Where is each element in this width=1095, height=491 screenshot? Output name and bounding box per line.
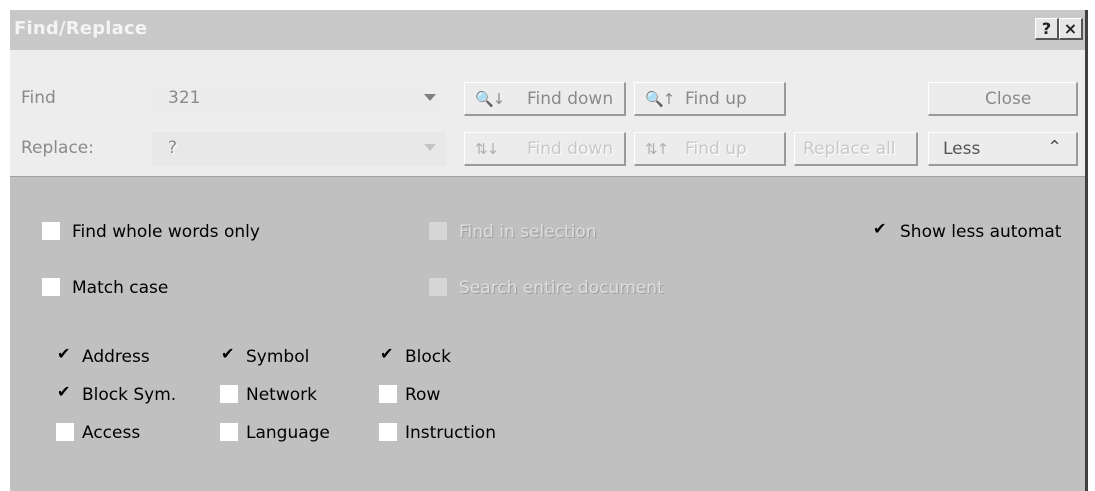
match-case-label: Match case: [72, 278, 169, 298]
scope-block-sym-checkbox[interactable]: [56, 382, 74, 403]
title-bar[interactable]: Find/Replace ? ×: [10, 10, 1088, 50]
scope-network-checkbox[interactable]: [220, 385, 238, 403]
find-up-label: Find up: [685, 89, 747, 109]
less-button[interactable]: Less ⌃: [928, 132, 1078, 166]
show-less-checkbox[interactable]: [872, 219, 890, 240]
find-replace-dialog: Find/Replace ? × Find 321 🔍↓ Find down 🔍…: [8, 8, 1088, 491]
binoculars-down-icon: 🔍↓: [475, 90, 505, 108]
scope-label: Network: [246, 385, 317, 405]
chevron-down-icon[interactable]: [424, 94, 436, 101]
scope-access-checkbox[interactable]: [56, 423, 74, 441]
close-window-button[interactable]: ×: [1059, 18, 1083, 40]
replace-find-up-label: Find up: [685, 139, 747, 159]
scope-label: Access: [82, 423, 141, 443]
replace-all-label: Replace all: [803, 139, 896, 159]
scope-label: Symbol: [246, 347, 310, 367]
scope-address-checkbox[interactable]: [56, 344, 74, 365]
replace-combobox[interactable]: ?: [152, 132, 446, 166]
scope-symbol-checkbox[interactable]: [220, 344, 238, 365]
scope-label: Instruction: [405, 423, 496, 443]
replace-down-icon: ⇅↓: [475, 140, 499, 158]
find-down-button[interactable]: 🔍↓ Find down: [464, 82, 626, 116]
scope-label: Block: [405, 347, 451, 367]
find-up-button[interactable]: 🔍↑ Find up: [634, 82, 786, 116]
find-label: Find: [21, 88, 56, 108]
scope-instruction-checkbox[interactable]: [379, 423, 397, 441]
options-panel: Find whole words only Find in selection …: [10, 176, 1088, 491]
chevron-down-icon[interactable]: [424, 144, 436, 151]
replace-find-down-label: Find down: [527, 139, 614, 159]
scope-label: Address: [82, 347, 150, 367]
replace-up-icon: ⇅↑: [645, 140, 669, 158]
whole-words-checkbox[interactable]: [42, 222, 60, 240]
replace-find-down-button[interactable]: ⇅↓ Find down: [464, 132, 626, 166]
scope-row-checkbox[interactable]: [379, 385, 397, 403]
find-input[interactable]: 321: [168, 88, 200, 108]
close-icon: ×: [1063, 19, 1078, 38]
find-combobox[interactable]: 321: [152, 82, 446, 116]
replace-all-button[interactable]: Replace all: [794, 132, 918, 166]
close-label: Close: [985, 89, 1032, 109]
scope-label: Block Sym.: [82, 385, 177, 405]
find-in-selection-checkbox[interactable]: [429, 222, 447, 240]
replace-input[interactable]: ?: [168, 138, 177, 158]
match-case-checkbox[interactable]: [42, 278, 60, 296]
search-entire-document-checkbox[interactable]: [429, 278, 447, 296]
show-less-label: Show less automat: [900, 222, 1062, 242]
scope-label: Row: [405, 385, 441, 405]
replace-label: Replace:: [21, 138, 94, 158]
close-button[interactable]: Close: [928, 82, 1078, 116]
scope-language-checkbox[interactable]: [220, 423, 238, 441]
scope-label: Language: [246, 423, 330, 443]
replace-find-up-button[interactable]: ⇅↑ Find up: [634, 132, 786, 166]
find-in-selection-label: Find in selection: [459, 222, 597, 242]
find-down-label: Find down: [527, 89, 614, 109]
less-label: Less: [943, 139, 981, 159]
binoculars-up-icon: 🔍↑: [645, 90, 675, 108]
scope-block-checkbox[interactable]: [379, 344, 397, 365]
search-entire-document-label: Search entire document: [459, 278, 664, 298]
double-chevron-up-icon: ⌃: [1047, 137, 1063, 158]
help-icon: ?: [1041, 19, 1052, 38]
dialog-title: Find/Replace: [14, 18, 148, 39]
help-button[interactable]: ?: [1035, 18, 1059, 40]
whole-words-label: Find whole words only: [72, 222, 260, 242]
